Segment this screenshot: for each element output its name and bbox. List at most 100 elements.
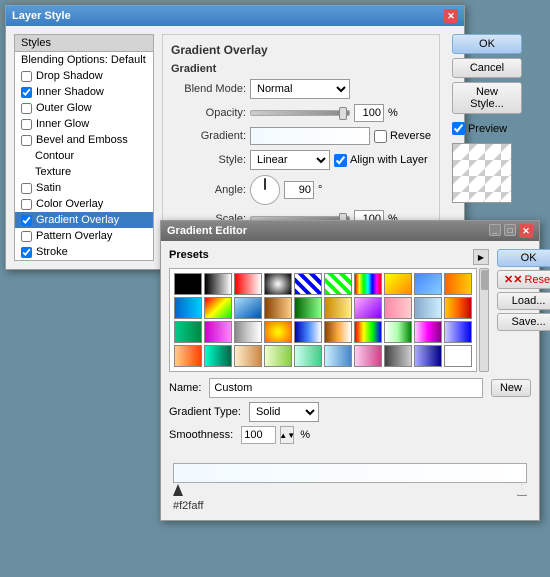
preset-swatch[interactable] [324, 273, 352, 295]
preset-swatch[interactable] [384, 345, 412, 367]
angle-input[interactable] [284, 181, 314, 199]
ge-save-button[interactable]: Save... [497, 313, 550, 331]
preset-swatch[interactable] [174, 345, 202, 367]
style-select[interactable]: Linear [250, 150, 330, 170]
outer-glow-checkbox[interactable] [21, 103, 32, 114]
opacity-input[interactable] [354, 104, 384, 122]
pattern-overlay-checkbox[interactable] [21, 231, 32, 242]
preset-swatch[interactable] [324, 297, 352, 319]
preset-swatch[interactable] [294, 321, 322, 343]
ge-reset-button[interactable]: ✕✕ Reset [497, 270, 550, 289]
preset-swatch[interactable] [204, 321, 232, 343]
sidebar-item-inner-glow[interactable]: Inner Glow [15, 116, 153, 132]
sidebar-item-blending[interactable]: Blending Options: Default [15, 52, 153, 68]
minimize-icon[interactable]: _ [489, 224, 501, 236]
sidebar-item-bevel-emboss[interactable]: Bevel and Emboss [15, 132, 153, 148]
opacity-thumb[interactable] [339, 107, 347, 120]
preset-swatch[interactable] [414, 297, 442, 319]
preset-swatch[interactable] [174, 321, 202, 343]
preset-swatch[interactable] [294, 297, 322, 319]
preset-swatch[interactable] [354, 345, 382, 367]
color-stop-right[interactable] [517, 484, 527, 496]
presets-area: Presets ▶ [169, 249, 489, 372]
ge-load-button[interactable]: Load... [497, 292, 550, 310]
preset-swatch[interactable] [174, 297, 202, 319]
sidebar-item-gradient-overlay[interactable]: Gradient Overlay [15, 212, 153, 228]
stroke-checkbox[interactable] [21, 247, 32, 258]
opacity-slider[interactable] [250, 110, 350, 116]
sidebar-item-inner-shadow[interactable]: Inner Shadow [15, 84, 153, 100]
satin-checkbox[interactable] [21, 183, 32, 194]
preset-swatch[interactable] [384, 321, 412, 343]
gradient-overlay-checkbox[interactable] [21, 215, 32, 226]
presets-arrow-icon[interactable]: ▶ [473, 249, 489, 265]
presets-scrollbar[interactable] [479, 268, 489, 372]
layer-style-titlebar: Layer Style ✕ [6, 6, 464, 26]
new-gradient-button[interactable]: New [491, 379, 531, 397]
preview-checkbox[interactable] [452, 122, 465, 135]
inner-glow-checkbox[interactable] [21, 119, 32, 130]
preset-swatch[interactable] [414, 321, 442, 343]
ok-button[interactable]: OK [452, 34, 522, 54]
gradient-editor-close-icon[interactable]: ✕ [519, 224, 533, 238]
preset-swatch[interactable] [354, 297, 382, 319]
preset-swatch[interactable] [324, 345, 352, 367]
preset-swatch[interactable] [294, 273, 322, 295]
preset-swatch[interactable] [414, 345, 442, 367]
new-style-button[interactable]: New Style... [452, 82, 522, 114]
gradient-preview[interactable] [250, 127, 370, 145]
close-icon[interactable]: ✕ [444, 9, 458, 23]
sidebar-item-drop-shadow[interactable]: Drop Shadow [15, 68, 153, 84]
sidebar-item-pattern-overlay[interactable]: Pattern Overlay [15, 228, 153, 244]
preset-swatch[interactable] [444, 345, 472, 367]
sidebar-item-outer-glow[interactable]: Outer Glow [15, 100, 153, 116]
preset-swatch[interactable] [264, 321, 292, 343]
preset-swatch[interactable] [444, 273, 472, 295]
reverse-checkbox[interactable] [374, 130, 387, 143]
smoothness-spin-icon[interactable]: ▲▼ [280, 426, 294, 444]
angle-dial[interactable] [250, 175, 280, 205]
color-overlay-checkbox[interactable] [21, 199, 32, 210]
preset-swatch[interactable] [354, 273, 382, 295]
gradient-bar[interactable] [173, 463, 527, 483]
preset-swatch[interactable] [204, 273, 232, 295]
preset-swatch[interactable] [444, 321, 472, 343]
preset-swatch[interactable] [414, 273, 442, 295]
preset-swatch[interactable] [204, 297, 232, 319]
align-layer-checkbox[interactable] [334, 154, 347, 167]
preset-swatch[interactable] [294, 345, 322, 367]
preset-swatch[interactable] [444, 297, 472, 319]
preset-swatch[interactable] [264, 273, 292, 295]
color-stop-left[interactable] [173, 484, 183, 496]
preset-swatch[interactable] [234, 345, 262, 367]
maximize-icon[interactable]: □ [504, 224, 516, 236]
cancel-button[interactable]: Cancel [452, 58, 522, 78]
sidebar-item-satin[interactable]: Satin [15, 180, 153, 196]
sidebar-item-texture[interactable]: Texture [15, 164, 153, 180]
gradient-type-select[interactable]: Solid [249, 402, 319, 422]
preset-swatch[interactable] [204, 345, 232, 367]
sidebar-item-stroke[interactable]: Stroke [15, 244, 153, 260]
name-input[interactable] [209, 378, 483, 398]
ge-ok-button[interactable]: OK [497, 249, 550, 267]
inner-shadow-checkbox[interactable] [21, 87, 32, 98]
sidebar-item-color-overlay[interactable]: Color Overlay [15, 196, 153, 212]
blend-mode-select[interactable]: Normal [250, 79, 350, 99]
preset-swatch[interactable] [174, 273, 202, 295]
preset-swatch[interactable] [354, 321, 382, 343]
preset-swatch[interactable] [264, 345, 292, 367]
preset-swatch[interactable] [264, 297, 292, 319]
sidebar-item-contour[interactable]: Contour [15, 148, 153, 164]
opacity-label: Opacity: [171, 107, 246, 119]
preset-swatch[interactable] [384, 273, 412, 295]
drop-shadow-checkbox[interactable] [21, 71, 32, 82]
bevel-emboss-checkbox[interactable] [21, 135, 32, 146]
preset-swatch[interactable] [234, 273, 262, 295]
preset-swatch[interactable] [234, 321, 262, 343]
preset-swatch[interactable] [384, 297, 412, 319]
preset-swatch[interactable] [324, 321, 352, 343]
preset-swatch[interactable] [234, 297, 262, 319]
smoothness-input[interactable] [241, 426, 276, 444]
blend-mode-row: Blend Mode: Normal [171, 79, 431, 99]
panel-title: Gradient Overlay [171, 43, 431, 57]
